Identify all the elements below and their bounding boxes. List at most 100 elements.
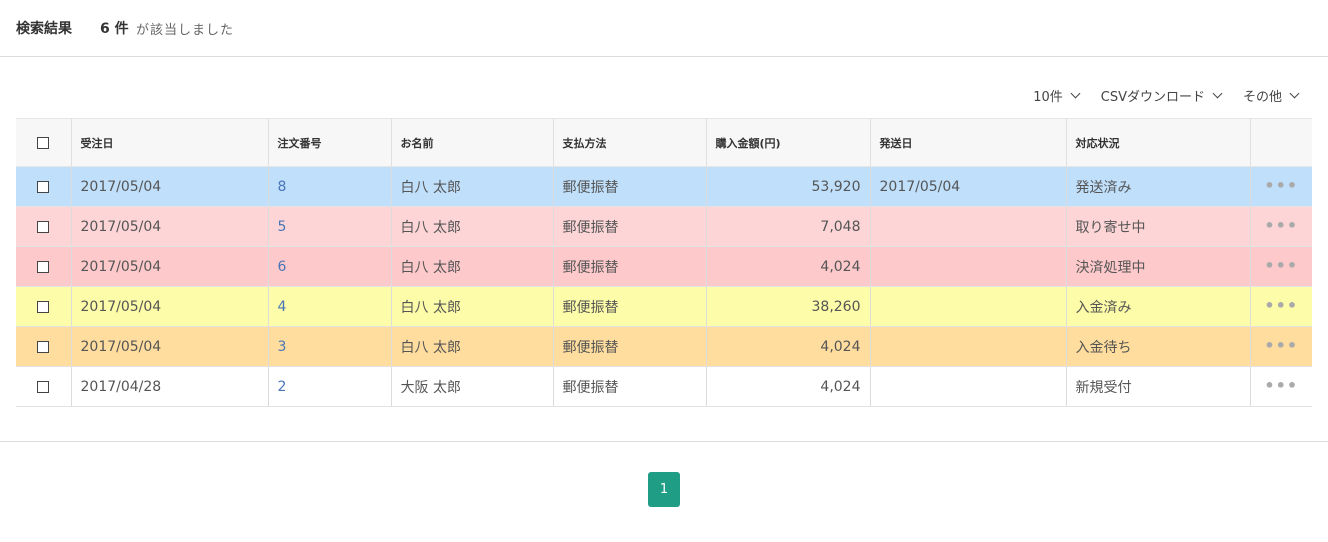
more-options-icon[interactable]: ••• (1264, 258, 1298, 274)
status-cell: 入金済み (1066, 286, 1251, 327)
order-date-cell: 2017/05/04 (71, 206, 269, 247)
row-checkbox[interactable] (37, 300, 50, 313)
row-actions-cell: ••• (1250, 286, 1312, 327)
row-checkbox[interactable] (37, 340, 50, 353)
column-header-order-date[interactable]: 受注日 (71, 118, 269, 167)
payment-method-cell: 郵便振替 (553, 366, 707, 407)
pagination-page-1[interactable]: 1 (648, 472, 680, 507)
per-page-dropdown[interactable]: 10件 (1033, 86, 1081, 105)
amount-cell: 38,260 (706, 286, 871, 327)
amount-cell: 4,024 (706, 246, 871, 287)
row-checkbox[interactable] (37, 220, 50, 233)
column-header-status[interactable]: 対応状況 (1066, 118, 1251, 167)
result-count: 6 件 (100, 21, 129, 37)
order-number-link[interactable]: 8 (268, 166, 392, 207)
ship-date-cell (870, 286, 1067, 327)
result-count-text: が該当しました (136, 23, 235, 38)
ship-date-cell: 2017/05/04 (870, 166, 1067, 207)
status-cell: 発送済み (1066, 166, 1251, 207)
table-row[interactable]: 2017/05/04 5 白八 太郎 郵便振替 7,048 取り寄せ中 ••• (16, 206, 1312, 247)
chevron-down-icon (1289, 88, 1300, 99)
order-number-link[interactable]: 6 (268, 246, 392, 287)
status-cell: 新規受付 (1066, 366, 1251, 407)
row-actions-cell: ••• (1250, 206, 1312, 247)
footer-divider (0, 441, 1328, 442)
per-page-label: 10件 (1033, 90, 1063, 105)
column-header-actions (1250, 118, 1312, 167)
amount-cell: 53,920 (706, 166, 871, 207)
ship-date-cell (870, 246, 1067, 287)
ship-date-cell (870, 366, 1067, 407)
order-number-link[interactable]: 2 (268, 366, 392, 407)
customer-name-cell: 白八 太郎 (391, 286, 554, 327)
ship-date-cell (870, 326, 1067, 367)
customer-name-cell: 白八 太郎 (391, 166, 554, 207)
customer-name-cell: 白八 太郎 (391, 246, 554, 287)
column-header-name[interactable]: お名前 (391, 118, 554, 167)
status-cell: 入金待ち (1066, 326, 1251, 367)
table-row[interactable]: 2017/05/04 4 白八 太郎 郵便振替 38,260 入金済み ••• (16, 286, 1312, 327)
row-checkbox-cell (16, 246, 72, 287)
status-cell: 決済処理中 (1066, 246, 1251, 287)
results-header: 検索結果 6 件 が該当しました (0, 0, 1328, 57)
table-row[interactable]: 2017/05/04 6 白八 太郎 郵便振替 4,024 決済処理中 ••• (16, 246, 1312, 287)
row-checkbox[interactable] (37, 180, 50, 193)
other-dropdown[interactable]: その他 (1242, 86, 1300, 105)
row-checkbox[interactable] (37, 380, 50, 393)
more-options-icon[interactable]: ••• (1264, 178, 1298, 194)
row-checkbox[interactable] (37, 260, 50, 273)
column-header-order-number[interactable]: 注文番号 (268, 118, 392, 167)
customer-name-cell: 大阪 太郎 (391, 366, 554, 407)
more-options-icon[interactable]: ••• (1264, 378, 1298, 394)
csv-download-label: CSVダウンロード (1100, 90, 1205, 105)
payment-method-cell: 郵便振替 (553, 206, 707, 247)
customer-name-cell: 白八 太郎 (391, 206, 554, 247)
table-row[interactable]: 2017/05/04 8 白八 太郎 郵便振替 53,920 2017/05/04 発送済み… (16, 166, 1312, 207)
amount-cell: 7,048 (706, 206, 871, 247)
order-number-link[interactable]: 5 (268, 206, 392, 247)
select-all-cell (16, 118, 72, 167)
row-actions-cell: ••• (1250, 166, 1312, 207)
column-header-payment[interactable]: 支払方法 (553, 118, 707, 167)
row-actions-cell: ••• (1250, 366, 1312, 407)
order-number-link[interactable]: 4 (268, 286, 392, 327)
payment-method-cell: 郵便振替 (553, 166, 707, 207)
column-header-amount[interactable]: 購入金額(円) (706, 118, 871, 167)
table-header-row: 受注日 注文番号 お名前 支払方法 購入金額(円) 発送日 対応状況 (16, 118, 1312, 167)
amount-cell: 4,024 (706, 326, 871, 367)
csv-download-dropdown[interactable]: CSVダウンロード (1100, 86, 1223, 105)
column-header-ship-date[interactable]: 発送日 (870, 118, 1067, 167)
row-checkbox-cell (16, 326, 72, 367)
order-date-cell: 2017/05/04 (71, 246, 269, 287)
row-checkbox-cell (16, 166, 72, 207)
more-options-icon[interactable]: ••• (1264, 298, 1298, 314)
more-options-icon[interactable]: ••• (1264, 338, 1298, 354)
row-checkbox-cell (16, 206, 72, 247)
chevron-down-icon (1070, 88, 1081, 99)
order-date-cell: 2017/05/04 (71, 286, 269, 327)
order-date-cell: 2017/05/04 (71, 326, 269, 367)
order-table: 受注日 注文番号 お名前 支払方法 購入金額(円) 発送日 対応状況 2017/… (16, 118, 1312, 407)
row-checkbox-cell (16, 286, 72, 327)
order-table-container: 受注日 注文番号 お名前 支払方法 購入金額(円) 発送日 対応状況 2017/… (16, 118, 1312, 407)
order-number-link[interactable]: 3 (268, 326, 392, 367)
other-label: その他 (1242, 90, 1282, 105)
status-cell: 取り寄せ中 (1066, 206, 1251, 247)
row-actions-cell: ••• (1250, 246, 1312, 287)
row-checkbox-cell (16, 366, 72, 407)
page-title: 検索結果 (16, 21, 72, 37)
order-date-cell: 2017/04/28 (71, 366, 269, 407)
table-toolbar: 10件 CSVダウンロード その他 (1033, 86, 1300, 105)
more-options-icon[interactable]: ••• (1264, 218, 1298, 234)
order-date-cell: 2017/05/04 (71, 166, 269, 207)
table-row[interactable]: 2017/05/04 3 白八 太郎 郵便振替 4,024 入金待ち ••• (16, 326, 1312, 367)
payment-method-cell: 郵便振替 (553, 326, 707, 367)
customer-name-cell: 白八 太郎 (391, 326, 554, 367)
select-all-checkbox[interactable] (37, 137, 50, 149)
amount-cell: 4,024 (706, 366, 871, 407)
chevron-down-icon (1212, 88, 1223, 99)
ship-date-cell (870, 206, 1067, 247)
payment-method-cell: 郵便振替 (553, 246, 707, 287)
table-row[interactable]: 2017/04/28 2 大阪 太郎 郵便振替 4,024 新規受付 ••• (16, 366, 1312, 407)
payment-method-cell: 郵便振替 (553, 286, 707, 327)
